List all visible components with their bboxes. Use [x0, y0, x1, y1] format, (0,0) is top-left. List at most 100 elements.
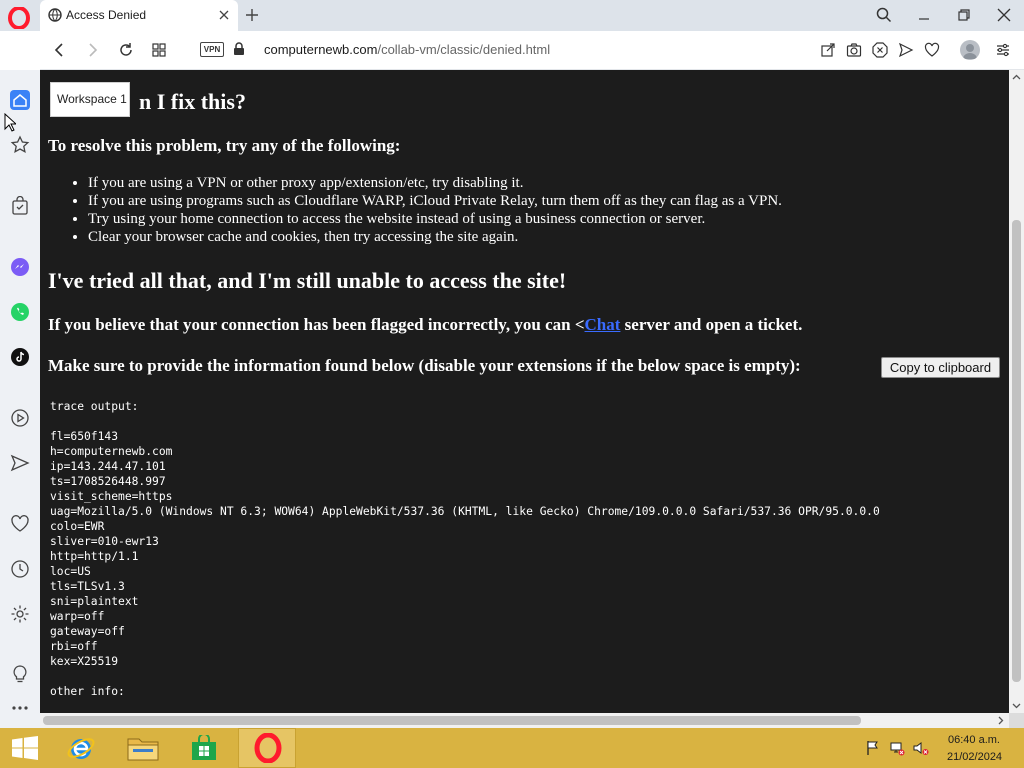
- page-content: n I fix this? To resolve this problem, t…: [40, 70, 1009, 713]
- vpn-button[interactable]: VPN: [200, 42, 224, 57]
- close-window-icon[interactable]: [996, 7, 1012, 23]
- send-icon[interactable]: [898, 42, 914, 58]
- heading-how-fix: n I fix this?: [139, 89, 246, 114]
- workspace-tooltip: Workspace 1: [50, 82, 130, 117]
- trace-line: tls=TLSv1.3: [50, 580, 125, 593]
- trace-line: fl=650f143: [50, 430, 119, 443]
- bookmark-heart-icon[interactable]: [924, 42, 940, 58]
- back-icon[interactable]: [52, 42, 68, 58]
- heart-icon[interactable]: [10, 514, 30, 534]
- heading-resolve: To resolve this problem, try any of the …: [48, 136, 401, 155]
- suggestion-list: If you are using a VPN or other proxy ap…: [70, 174, 782, 246]
- trace-line: http=http/1.1: [50, 550, 139, 563]
- vertical-scroll-thumb[interactable]: [1012, 220, 1021, 682]
- url-field[interactable]: computernewb.com/collab-vm/classic/denie…: [264, 42, 550, 57]
- trace-line: warp=off: [50, 610, 105, 623]
- bag-icon[interactable]: [10, 196, 30, 216]
- url-domain: computernewb.com: [264, 42, 378, 57]
- scroll-down-arrow-icon[interactable]: [1012, 701, 1021, 710]
- lock-icon[interactable]: [233, 42, 245, 56]
- share-icon[interactable]: [820, 42, 836, 58]
- list-item: Try using your home connection to access…: [88, 210, 782, 228]
- trace-line: rbi=off: [50, 640, 98, 653]
- opera-icon: [254, 733, 282, 763]
- internet-explorer-icon: [67, 738, 95, 759]
- trace-output-block[interactable]: trace output: fl=650f143 h=computernewb.c…: [50, 399, 880, 699]
- reload-icon[interactable]: [118, 42, 134, 58]
- trace-line: h=computernewb.com: [50, 445, 173, 458]
- list-item: Clear your browser cache and cookies, th…: [88, 228, 782, 246]
- tab-bar: Access Denied: [0, 0, 1024, 31]
- start-button[interactable]: [0, 728, 50, 768]
- messenger-icon[interactable]: [10, 257, 30, 277]
- easy-setup-icon[interactable]: [995, 42, 1011, 58]
- trace-line: ip=143.244.47.101: [50, 460, 166, 473]
- restore-icon[interactable]: [956, 7, 972, 23]
- horizontal-scroll-thumb[interactable]: [43, 716, 861, 725]
- tiktok-icon[interactable]: [10, 347, 30, 367]
- history-icon[interactable]: [10, 559, 30, 579]
- trace-line: sni=plaintext: [50, 595, 139, 608]
- provide-info-text: Make sure to provide the information fou…: [48, 356, 801, 375]
- camera-icon[interactable]: [846, 42, 862, 58]
- clock-time[interactable]: 06:40 a.m.: [948, 734, 1000, 746]
- trace-line: ts=1708526448.997: [50, 475, 166, 488]
- address-bar: VPN computernewb.com/collab-vm/classic/d…: [40, 31, 1024, 70]
- file-explorer-icon: [127, 738, 159, 761]
- search-tabs-icon[interactable]: [876, 7, 892, 23]
- tab-snapshot-icon[interactable]: [151, 42, 167, 58]
- tab-access-denied[interactable]: Access Denied: [40, 0, 238, 31]
- mouse-cursor-icon: [4, 113, 16, 132]
- list-item: If you are using programs such as Cloudf…: [88, 192, 782, 210]
- trace-line: visit_scheme=https: [50, 490, 173, 503]
- trace-line: gateway=off: [50, 625, 125, 638]
- scrollbar-corner: [1009, 713, 1024, 728]
- trace-line: loc=US: [50, 565, 91, 578]
- windows-taskbar: [0, 728, 1024, 768]
- taskbar-opera[interactable]: [238, 728, 296, 768]
- opera-menu-icon[interactable]: [8, 7, 30, 29]
- trace-line: kex=X25519: [50, 655, 119, 668]
- tab-title: Access Denied: [66, 8, 147, 22]
- other-info-label: other info:: [50, 685, 125, 698]
- clock-date[interactable]: 21/02/2024: [947, 751, 1002, 763]
- settings-icon[interactable]: [10, 604, 30, 624]
- taskbar-store[interactable]: [176, 728, 234, 768]
- whatsapp-icon[interactable]: [10, 302, 30, 322]
- trace-line: colo=EWR: [50, 520, 105, 533]
- forward-icon[interactable]: [84, 42, 100, 58]
- lightbulb-icon[interactable]: [10, 664, 30, 684]
- heading-tried-all: I've tried all that, and I'm still unabl…: [48, 268, 567, 293]
- chat-link[interactable]: Chat: [585, 315, 621, 334]
- scroll-right-arrow-icon[interactable]: [996, 716, 1005, 725]
- flagged-prefix: If you believe that your connection has …: [48, 315, 585, 334]
- home-icon[interactable]: [9, 89, 31, 111]
- close-tab-icon[interactable]: [218, 9, 230, 21]
- minimize-icon[interactable]: [916, 7, 932, 23]
- trace-line: uag=Mozilla/5.0 (Windows NT 6.3; WOW64) …: [50, 505, 880, 518]
- star-icon[interactable]: [10, 135, 30, 155]
- copy-to-clipboard-button[interactable]: Copy to clipboard: [881, 357, 1000, 378]
- adblock-icon[interactable]: [872, 42, 888, 58]
- network-icon[interactable]: [889, 740, 905, 756]
- scroll-up-arrow-icon[interactable]: [1012, 73, 1021, 82]
- taskbar-file-explorer[interactable]: [114, 728, 172, 768]
- new-tab-icon[interactable]: [244, 7, 260, 23]
- profile-avatar[interactable]: [960, 40, 980, 60]
- more-icon[interactable]: [10, 698, 30, 718]
- action-center-flag-icon[interactable]: [865, 740, 881, 756]
- volume-muted-icon[interactable]: [913, 740, 929, 756]
- player-icon[interactable]: [10, 408, 30, 428]
- flagged-text: If you believe that your connection has …: [48, 315, 802, 335]
- start-icon: [12, 736, 38, 760]
- trace-line: sliver=010-ewr13: [50, 535, 159, 548]
- horizontal-scrollbar[interactable]: [40, 713, 1009, 728]
- list-item: If you are using a VPN or other proxy ap…: [88, 174, 782, 192]
- taskbar-internet-explorer[interactable]: [52, 728, 110, 768]
- send-icon[interactable]: [10, 453, 30, 473]
- vertical-scrollbar[interactable]: [1009, 70, 1024, 713]
- flagged-suffix: server and open a ticket.: [620, 315, 803, 334]
- store-icon: [192, 735, 216, 760]
- globe-favicon-icon: [48, 8, 62, 22]
- opera-sidebar: [0, 70, 40, 728]
